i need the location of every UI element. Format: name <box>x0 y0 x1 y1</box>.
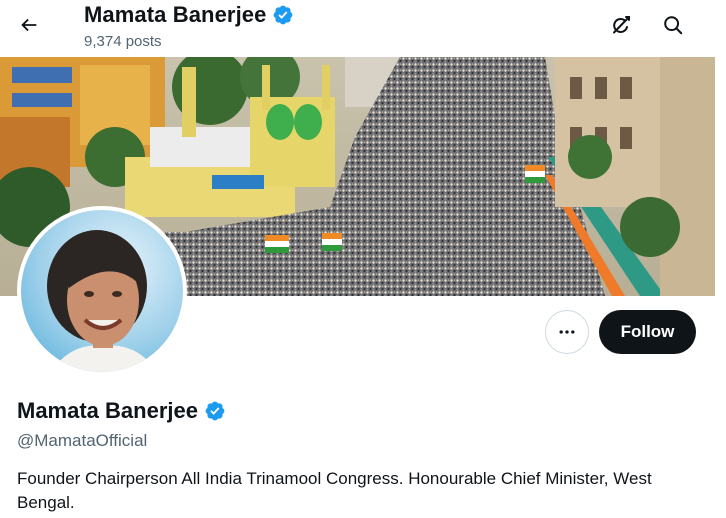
search-button[interactable] <box>656 8 690 42</box>
more-horizontal-icon <box>559 330 575 334</box>
profile-avatar[interactable] <box>17 206 187 376</box>
more-options-button[interactable] <box>545 310 589 354</box>
profile-bio: Founder Chairperson All India Trinamool … <box>17 469 652 512</box>
verified-badge-icon <box>274 5 293 25</box>
search-icon <box>664 16 683 35</box>
header-name-row: Mamata Banerjee <box>84 1 294 29</box>
verified-badge-icon[interactable] <box>204 400 226 422</box>
profile-handle: @MamataOfficial <box>17 431 148 450</box>
posts-count: 9,374 posts <box>84 33 162 50</box>
page-scrollbar[interactable] <box>715 57 726 518</box>
profile-display-name: Mamata Banerjee <box>17 398 198 423</box>
profile-top-bar: Mamata Banerjee 9,374 posts <box>0 0 726 57</box>
grok-icon <box>613 16 630 34</box>
avatar-portrait <box>21 210 183 372</box>
back-button[interactable] <box>12 8 46 42</box>
avatar-photo <box>21 210 183 372</box>
follow-button[interactable]: Follow <box>599 310 696 354</box>
back-arrow-icon <box>21 18 37 32</box>
profile-name-row: Mamata Banerjee <box>17 397 226 425</box>
grok-button[interactable] <box>604 8 638 42</box>
header-display-name: Mamata Banerjee <box>84 2 267 27</box>
